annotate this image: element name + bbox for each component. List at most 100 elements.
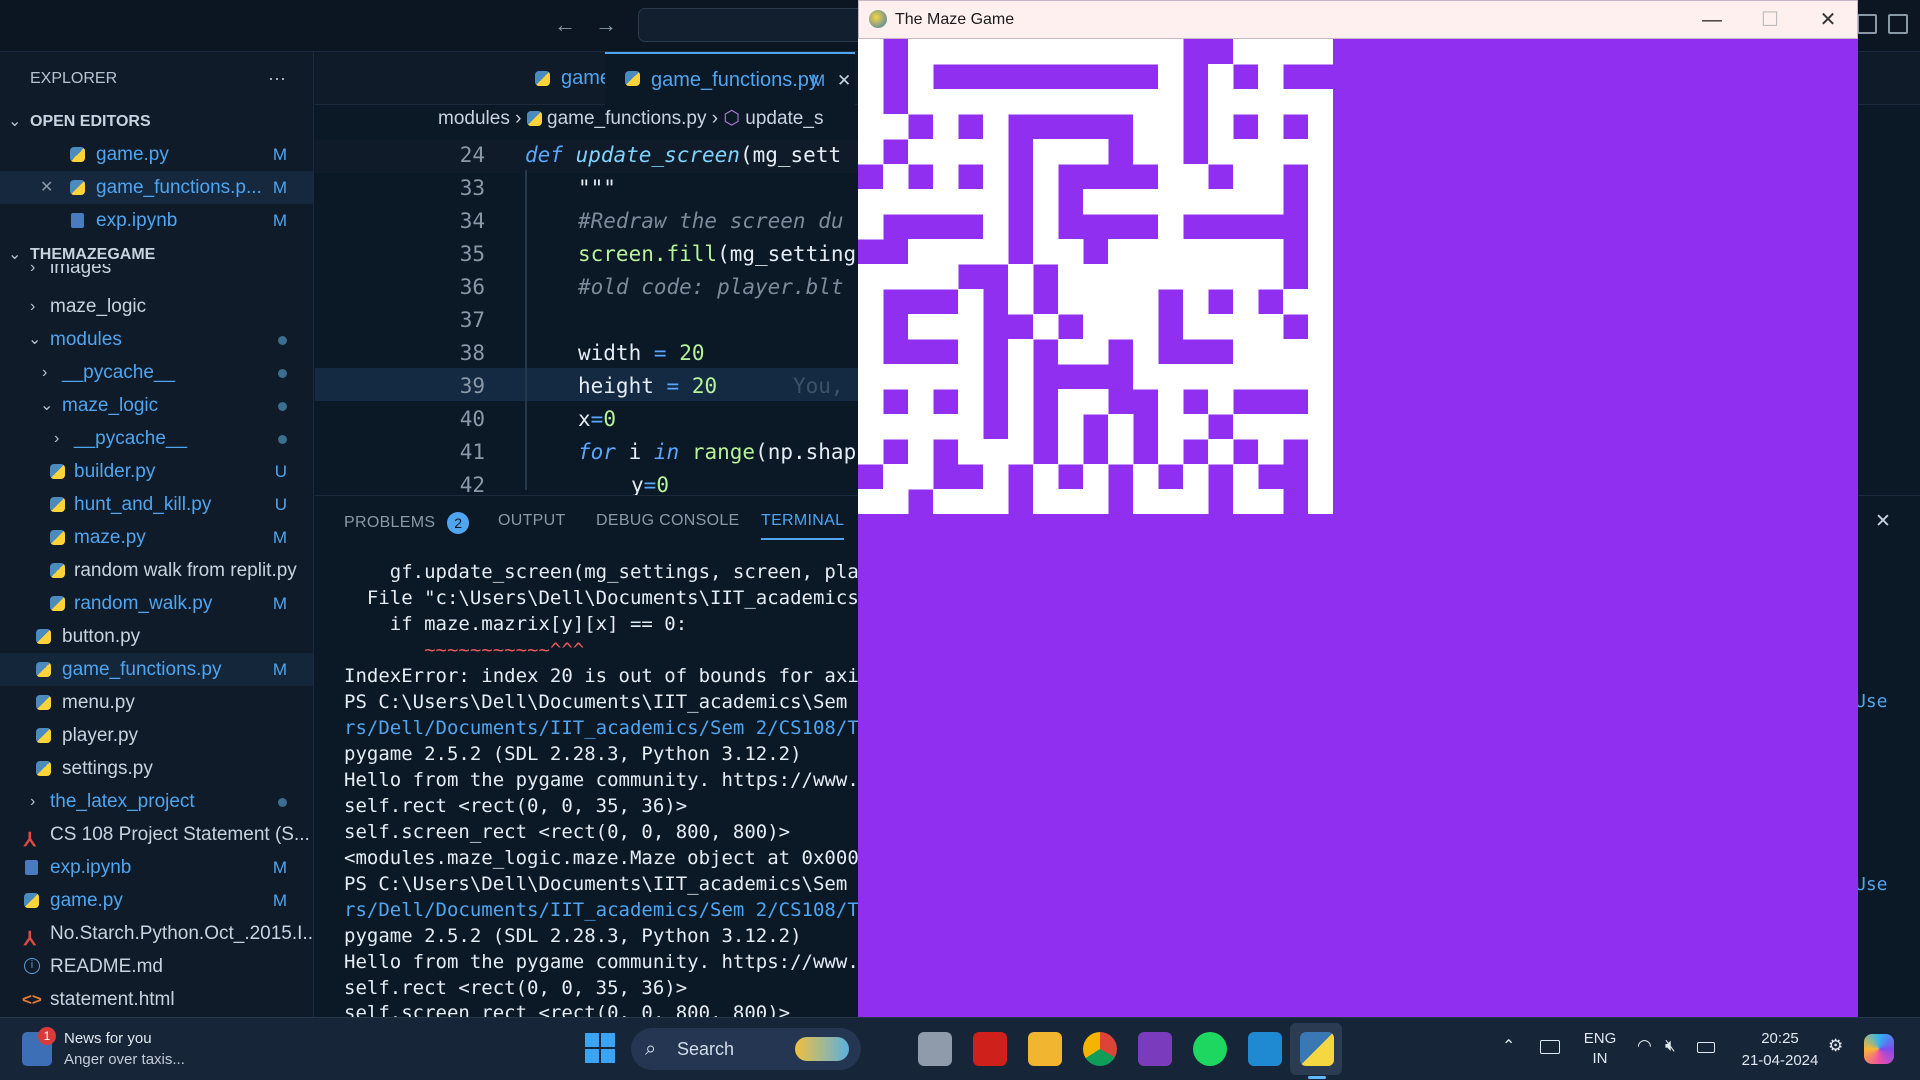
maze-path-cell: [1233, 414, 1259, 440]
clock-time[interactable]: 20:25: [1740, 1030, 1820, 1047]
tree-folder[interactable]: › maze_logic: [0, 290, 313, 323]
copilot-icon[interactable]: [1864, 1034, 1894, 1064]
task-view-icon[interactable]: [918, 1032, 952, 1066]
tree-file-selected[interactable]: game_functions.py M: [0, 653, 313, 686]
maze-path-cell: [1233, 489, 1259, 514]
git-status-badge: M: [272, 660, 287, 679]
maze-path-cell: [1108, 39, 1134, 65]
spotify-icon[interactable]: [1193, 1032, 1227, 1066]
onenote-icon[interactable]: [1138, 1032, 1172, 1066]
code-var: height: [578, 374, 654, 398]
pygame-title-bar[interactable]: The Maze Game — ☐ ✕: [858, 0, 1858, 39]
clock-date[interactable]: 21-04-2024: [1732, 1052, 1828, 1069]
method-icon: ⬡: [723, 108, 740, 129]
maze-path-cell: [1258, 89, 1284, 115]
tree-folder[interactable]: › images: [0, 264, 313, 284]
keyboard-icon[interactable]: [1540, 1040, 1560, 1054]
maze-path-cell: [908, 364, 934, 390]
maze-path-cell: [908, 414, 934, 440]
tab-terminal[interactable]: TERMINAL: [761, 512, 845, 540]
tree-file[interactable]: <> statement.html: [0, 983, 313, 1016]
tree-folder[interactable]: ⌄ modules: [0, 323, 313, 356]
tab-game-py[interactable]: game.py M: [415, 52, 657, 105]
news-subtitle[interactable]: Anger over taxis...: [64, 1051, 185, 1068]
tree-folder[interactable]: › __pycache__: [0, 356, 313, 389]
maze-path-cell: [983, 464, 1009, 490]
breadcrumb-symbol[interactable]: update_s: [745, 108, 823, 129]
tree-file[interactable]: random walk from replit.py: [0, 554, 313, 587]
breadcrumb-folder[interactable]: modules: [438, 108, 510, 129]
maze-path-cell: [883, 414, 909, 440]
forward-arrow-icon[interactable]: →: [593, 12, 619, 38]
maze-path-cell: [1133, 239, 1159, 265]
tree-folder[interactable]: › the_latex_project: [0, 785, 313, 818]
language-top[interactable]: ENG: [1580, 1030, 1620, 1047]
chevron-right-icon: ›: [30, 264, 36, 276]
tree-file[interactable]: exp.ipynb M: [0, 851, 313, 884]
breadcrumb-file[interactable]: game_functions.py: [547, 108, 707, 129]
tab-debug-console[interactable]: DEBUG CONSOLE: [596, 512, 740, 530]
maximize-icon[interactable]: ☐: [1757, 7, 1783, 33]
chrome-icon[interactable]: [1083, 1032, 1117, 1066]
back-arrow-icon[interactable]: ←: [552, 12, 578, 38]
wifi-icon[interactable]: ◠: [1637, 1036, 1652, 1056]
tree-label: game_functions.py: [62, 659, 222, 680]
more-actions-icon[interactable]: ···: [268, 62, 286, 95]
customize-layout-icon[interactable]: [1888, 14, 1908, 34]
tree-file[interactable]: game.py M: [0, 884, 313, 917]
tree-file[interactable]: i README.md: [0, 950, 313, 983]
toggle-panel-icon[interactable]: [1857, 14, 1877, 34]
start-icon[interactable]: [585, 1033, 615, 1063]
open-editor-item-active[interactable]: ✕ game_functions.p... M: [0, 171, 313, 204]
tree-file[interactable]: player.py: [0, 719, 313, 752]
chevron-up-icon[interactable]: ⌃: [1502, 1036, 1515, 1056]
tree-file[interactable]: settings.py: [0, 752, 313, 785]
tree-label: builder.py: [74, 461, 156, 482]
maze-path-cell: [1108, 264, 1134, 290]
tree-file[interactable]: ⅄ CS 108 Project Statement (S...: [0, 818, 313, 851]
tab-game-functions-py[interactable]: game_functions.py M ✕: [605, 52, 855, 105]
maze-grid[interactable]: [858, 39, 1333, 514]
maze-path-cell: [1058, 339, 1084, 365]
python-icon[interactable]: [1300, 1032, 1334, 1066]
python-file-icon: [36, 629, 51, 644]
maze-path-cell: [858, 339, 884, 365]
terminal-overflow-text: Use: [1855, 874, 1888, 895]
close-editor-icon[interactable]: ✕: [40, 171, 53, 204]
battery-icon[interactable]: [1697, 1042, 1715, 1053]
open-editor-item[interactable]: exp.ipynb M: [0, 204, 313, 237]
tree-file[interactable]: ⅄ No.Starch.Python.Oct_.2015.I...: [0, 917, 313, 950]
minimize-icon[interactable]: —: [1699, 7, 1725, 33]
tab-problems[interactable]: PROBLEMS 2: [344, 512, 470, 534]
file-explorer-icon[interactable]: [1028, 1032, 1062, 1066]
speaker-muted-icon[interactable]: 🔇︎: [1665, 1036, 1676, 1056]
maze-path-cell: [883, 114, 909, 140]
tree-file[interactable]: maze.py M: [0, 521, 313, 554]
close-tab-icon[interactable]: ✕: [837, 54, 851, 107]
taskbar-search[interactable]: ⌕ Search: [631, 1028, 861, 1070]
tree-file[interactable]: builder.py U: [0, 455, 313, 488]
tree-file[interactable]: random_walk.py M: [0, 587, 313, 620]
tab-output[interactable]: OUTPUT: [498, 512, 566, 530]
open-editors-section[interactable]: ⌄ OPEN EDITORS: [0, 105, 313, 138]
maze-path-cell: [1083, 489, 1109, 514]
tree-file[interactable]: hunt_and_kill.py U: [0, 488, 313, 521]
maze-path-cell: [1158, 439, 1184, 465]
maze-path-cell: [1258, 189, 1284, 215]
tree-folder[interactable]: ⌄ maze_logic: [0, 389, 313, 422]
tree-file[interactable]: button.py: [0, 620, 313, 653]
maze-path-cell: [858, 89, 884, 115]
maze-path-cell: [1283, 139, 1309, 165]
open-editor-item[interactable]: game.py M: [0, 138, 313, 171]
close-window-icon[interactable]: ✕: [1815, 7, 1841, 33]
vscode-icon[interactable]: [1248, 1032, 1282, 1066]
open-editor-label: exp.ipynb: [96, 210, 178, 231]
news-title[interactable]: News for you: [64, 1030, 152, 1047]
tree-file[interactable]: menu.py: [0, 686, 313, 719]
close-panel-icon[interactable]: ✕: [1875, 510, 1891, 533]
tree-folder[interactable]: › __pycache__: [0, 422, 313, 455]
maze-path-cell: [1308, 389, 1333, 415]
notification-settings-icon[interactable]: ⚙: [1828, 1036, 1843, 1056]
acrobat-icon[interactable]: [973, 1032, 1007, 1066]
language-bottom[interactable]: IN: [1580, 1050, 1620, 1067]
